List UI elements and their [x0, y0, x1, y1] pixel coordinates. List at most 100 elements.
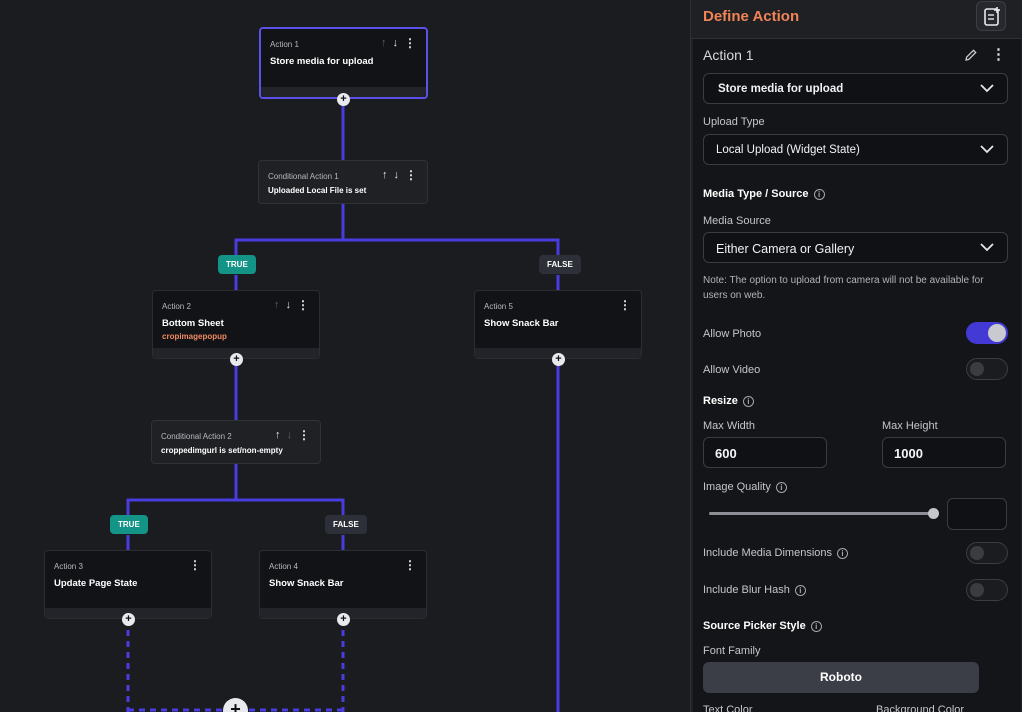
add-action-button[interactable]: +: [337, 93, 350, 106]
move-up-icon[interactable]: ↑: [382, 170, 388, 181]
more-options-icon[interactable]: ⋮: [619, 299, 631, 311]
move-up-icon[interactable]: ↑: [274, 300, 280, 311]
move-up-icon[interactable]: ↑: [381, 38, 387, 49]
image-quality-title: Image Quality i: [703, 481, 787, 493]
add-action-button[interactable]: +: [337, 613, 350, 626]
allow-video-label: Allow Video: [703, 364, 761, 376]
toggle-knob: [970, 362, 984, 376]
notes-button[interactable]: [976, 1, 1006, 31]
allow-video-toggle[interactable]: [966, 358, 1008, 380]
move-down-icon[interactable]: ↓: [287, 430, 293, 441]
action-type-dropdown[interactable]: Store media for upload: [703, 73, 1008, 104]
max-width-label: Max Width: [703, 420, 755, 432]
move-down-icon[interactable]: ↓: [393, 38, 399, 49]
node-title: Update Page State: [54, 578, 138, 589]
slider-handle[interactable]: [928, 508, 939, 519]
resize-title: Resize i: [703, 395, 754, 407]
info-icon[interactable]: i: [794, 584, 806, 596]
dropdown-value: Either Camera or Gallery: [716, 242, 855, 256]
more-options-icon[interactable]: ⋮: [405, 169, 417, 181]
toggle-knob: [970, 546, 984, 560]
move-up-icon[interactable]: ↑: [275, 430, 281, 441]
node-title: Store media for upload: [270, 56, 374, 67]
move-down-icon[interactable]: ↓: [286, 300, 292, 311]
upload-type-dropdown[interactable]: Local Upload (Widget State): [703, 134, 1008, 165]
add-action-button[interactable]: +: [230, 353, 243, 366]
font-family-label: Font Family: [703, 645, 761, 657]
add-action-button[interactable]: +: [122, 613, 135, 626]
dropdown-value: Store media for upload: [718, 83, 844, 95]
media-dimensions-label: Include Media Dimensions: [703, 547, 833, 559]
allow-photo-toggle[interactable]: [966, 322, 1008, 344]
image-quality-label: Image Quality: [703, 481, 771, 493]
dropdown-value: Local Upload (Widget State): [716, 144, 860, 156]
true-branch-badge: TRUE: [218, 255, 256, 274]
node-kicker: Action 3: [54, 562, 83, 571]
chevron-down-icon: [980, 145, 994, 154]
node-kicker: Conditional Action 2: [161, 432, 232, 441]
image-quality-slider[interactable]: [709, 512, 933, 515]
action-node-2[interactable]: Action 2 Bottom Sheet cropimagepopup ↑ ↓…: [152, 290, 320, 359]
chevron-down-icon: [980, 84, 994, 93]
media-dimensions-title: Include Media Dimensions i: [703, 547, 849, 559]
true-branch-badge: TRUE: [110, 515, 148, 534]
input-value: 1000: [894, 446, 923, 461]
node-title: croppedimgurl is set/non-empty: [161, 446, 283, 455]
text-color-label: Text Color: [703, 704, 753, 712]
input-value: 600: [715, 446, 737, 461]
more-options-icon[interactable]: ⋮: [298, 429, 310, 441]
blur-hash-label: Include Blur Hash: [703, 584, 790, 596]
source-picker-label: Source Picker Style: [703, 620, 806, 632]
add-action-button[interactable]: +: [552, 353, 565, 366]
max-height-label: Max Height: [882, 420, 938, 432]
media-source-dropdown[interactable]: Either Camera or Gallery: [703, 232, 1008, 263]
action-node-4[interactable]: Action 4 Show Snack Bar ⋮: [259, 550, 427, 619]
action-node-1[interactable]: Action 1 Store media for upload ↑ ↓ ⋮: [259, 27, 428, 99]
node-kicker: Conditional Action 1: [268, 172, 339, 181]
action-label: Action 1: [703, 47, 754, 63]
false-branch-badge: FALSE: [325, 515, 367, 534]
node-title: Show Snack Bar: [484, 318, 559, 329]
more-options-icon[interactable]: ⋮: [297, 299, 309, 311]
move-down-icon[interactable]: ↓: [394, 170, 400, 181]
media-section-label: Media Type / Source: [703, 188, 809, 200]
panel-title: Define Action: [703, 8, 800, 25]
include-blur-hash-toggle[interactable]: [966, 579, 1008, 601]
action-node-3[interactable]: Action 3 Update Page State ⋮: [44, 550, 212, 619]
info-icon[interactable]: i: [810, 620, 822, 632]
max-height-input[interactable]: 1000: [882, 437, 1006, 468]
node-kicker: Action 4: [269, 562, 298, 571]
toggle-knob: [970, 583, 984, 597]
info-icon[interactable]: i: [775, 481, 787, 493]
font-family-button[interactable]: Roboto: [703, 662, 979, 693]
camera-note: Note: The option to upload from camera w…: [703, 275, 984, 301]
node-title: Show Snack Bar: [269, 578, 344, 589]
action-node-5[interactable]: Action 5 Show Snack Bar ⋮: [474, 290, 642, 359]
more-options-icon[interactable]: ⋮: [404, 37, 416, 49]
edit-icon[interactable]: [963, 47, 979, 63]
node-kicker: Action 1: [270, 40, 299, 49]
node-title: Uploaded Local File is set: [268, 186, 367, 195]
source-picker-title: Source Picker Style i: [703, 620, 822, 632]
action-more-icon[interactable]: ⋮: [991, 45, 1006, 63]
info-icon[interactable]: i: [813, 188, 825, 200]
resize-label: Resize: [703, 395, 738, 407]
conditional-node-1[interactable]: Conditional Action 1 Uploaded Local File…: [258, 160, 428, 204]
blur-hash-title: Include Blur Hash i: [703, 584, 806, 596]
image-quality-input[interactable]: [947, 498, 1007, 530]
max-width-input[interactable]: 600: [703, 437, 827, 468]
info-icon[interactable]: i: [742, 395, 754, 407]
more-options-icon[interactable]: ⋮: [189, 559, 201, 571]
false-branch-badge: FALSE: [539, 255, 581, 274]
define-action-panel: Define Action Action 1 ⋮ Store media for…: [690, 0, 1022, 712]
node-kicker: Action 2: [162, 302, 191, 311]
node-subtitle: cropimagepopup: [162, 332, 227, 341]
upload-type-label: Upload Type: [703, 116, 765, 128]
info-icon[interactable]: i: [837, 547, 849, 559]
conditional-node-2[interactable]: Conditional Action 2 croppedimgurl is se…: [151, 420, 321, 464]
node-kicker: Action 5: [484, 302, 513, 311]
background-color-label: Background Color: [876, 704, 965, 712]
more-options-icon[interactable]: ⋮: [404, 559, 416, 571]
action-flow-canvas[interactable]: Action 1 Store media for upload ↑ ↓ ⋮ + …: [0, 0, 690, 712]
include-media-dimensions-toggle[interactable]: [966, 542, 1008, 564]
